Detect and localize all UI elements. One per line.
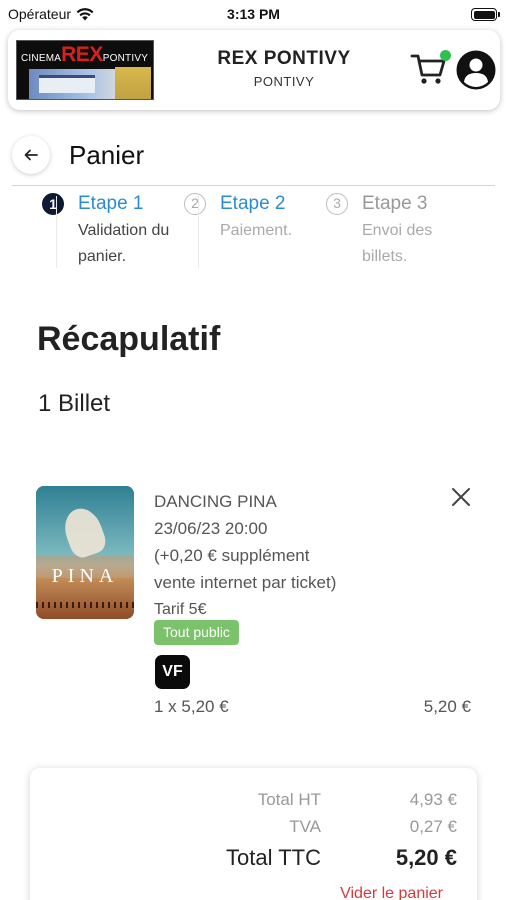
back-button[interactable]	[12, 136, 50, 174]
step-2-description: Paiement.	[220, 222, 293, 239]
account-button[interactable]	[456, 50, 496, 90]
cart-button[interactable]	[410, 50, 451, 90]
cart-status-dot	[440, 50, 451, 61]
step-3-number: 3	[326, 193, 348, 215]
remove-ticket-button[interactable]	[448, 484, 474, 510]
poster-figures	[36, 602, 134, 608]
movie-title: DANCING PINA	[154, 492, 277, 511]
step-3-title: Etape 3	[362, 193, 428, 214]
logo-wordmark: CINEMA REX PONTIVY	[21, 43, 151, 66]
user-icon	[456, 50, 496, 90]
quantity-price: 1 x 5,20 €	[154, 697, 229, 716]
logo-word-pontivy: PONTIVY	[102, 53, 149, 64]
poster-title: PINA	[51, 565, 119, 587]
battery-icon	[471, 8, 500, 21]
step-divider	[56, 196, 57, 268]
totals-card: Total HT 4,93 € TVA 0,27 € Total TTC 5,2…	[30, 768, 477, 900]
total-ht-value: 4,93 €	[409, 790, 457, 809]
fee-note-line-2: vente internet par ticket)	[154, 573, 337, 592]
page-title: Panier	[69, 140, 145, 170]
step-divider	[198, 196, 199, 268]
total-ttc-label: Total TTC	[226, 845, 321, 870]
step-1-description: Validation du panier.	[78, 222, 170, 265]
cinema-city: PONTIVY	[253, 74, 315, 89]
fee-note-line-1: (+0,20 € supplément	[154, 546, 310, 565]
title-divider	[12, 185, 495, 186]
status-time: 3:13 PM	[227, 6, 280, 22]
empty-cart-link[interactable]: Vider le panier	[340, 885, 443, 900]
tva-value: 0,27 €	[409, 817, 457, 836]
logo-building-facade	[39, 75, 95, 93]
logo-building-side	[115, 67, 151, 99]
line-total: 5,20 €	[423, 697, 471, 716]
tariff: Tarif 5€	[154, 601, 207, 618]
arrow-left-icon	[24, 149, 38, 161]
status-bar: Opérateur 3:13 PM	[0, 0, 507, 28]
step-2-title: Etape 2	[220, 193, 286, 214]
showtime: 23/06/23 20:00	[154, 519, 268, 538]
step-1-number: 1	[42, 193, 64, 215]
step-2: 2 Etape 2 Paiement.	[182, 190, 324, 268]
audience-badge: Tout public	[154, 620, 239, 645]
step-2-number: 2	[184, 193, 206, 215]
tva-label: TVA	[289, 817, 321, 836]
step-3: 3 Etape 3 Envoi des billets.	[324, 190, 466, 268]
step-3-description: Envoi des billets.	[362, 222, 433, 265]
ticket-count: 1 Billet	[38, 390, 111, 417]
cinema-name: REX PONTIVY	[217, 48, 351, 69]
movie-poster: PINA	[36, 486, 134, 619]
ticket-details: DANCING PINA 23/06/23 20:00 (+0,20 € sup…	[154, 488, 444, 623]
summary-title: Récapulatif	[37, 320, 221, 358]
total-ttc-value: 5,20 €	[395, 845, 457, 870]
step-1-title: Etape 1	[78, 193, 144, 214]
logo-word-cinema: CINEMA	[21, 53, 62, 64]
step-1: 1 Etape 1 Validation du panier.	[40, 190, 182, 268]
version-badge: VF	[155, 655, 190, 689]
cinema-logo[interactable]: CINEMA REX PONTIVY	[16, 40, 154, 100]
app-header: CINEMA REX PONTIVY REX PONTIVY PONTIVY	[8, 30, 500, 110]
logo-word-rex: REX	[61, 43, 103, 66]
close-icon	[452, 488, 470, 506]
total-ht-label: Total HT	[257, 790, 321, 809]
